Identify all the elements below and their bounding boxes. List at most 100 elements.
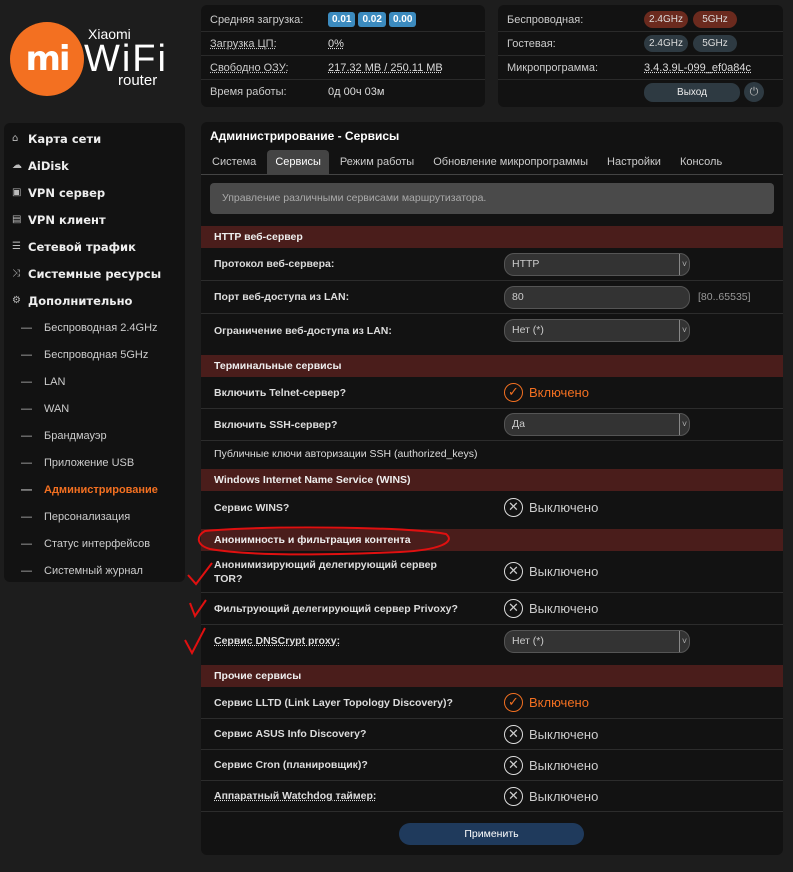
dash-icon: — [21,564,32,577]
sidebar-sub-lan[interactable]: — LAN [4,368,185,395]
telnet-toggle[interactable]: ✓ Включено [504,383,589,402]
tab-firmware[interactable]: Обновление микропрограммы [425,150,596,174]
section-wins: Windows Internet Name Service (WINS) [201,469,783,491]
sidebar-sub-syslog[interactable]: — Системный журнал [4,557,185,584]
ram-value[interactable]: 217.32 MB / 250.11 MB [328,62,443,74]
sidebar-item-resources[interactable]: ⤨ Системные ресурсы [4,260,185,287]
privoxy-toggle[interactable]: ✕ Выключено [504,599,598,618]
field-label[interactable]: Аппаратный Watchdog таймер: [214,790,376,802]
logo: mi Xiaomi WiFi router [10,22,200,97]
shuffle-icon: ⤨ [12,268,20,279]
firmware-row: Микропрограмма: 3.4.3.9L-099_ef0a84c [498,56,783,80]
wireless-5-button[interactable]: 5GHz [693,11,737,28]
tor-toggle[interactable]: ✕ Выключено [504,562,598,581]
sidebar-label: VPN сервер [28,185,106,200]
sidebar-sub-firewall[interactable]: — Брандмауэр [4,422,185,449]
sidebar-sub-wireless5[interactable]: — Беспроводная 5GHz [4,341,185,368]
field-label[interactable]: Сервис DNSCrypt proxy: [214,635,340,647]
watchdog-toggle[interactable]: ✕ Выключено [504,786,598,806]
row-ssh-keys[interactable]: Публичные ключи авторизации SSH (authori… [201,441,783,466]
toggle-label: Включено [529,385,589,400]
toggle-label: Выключено [529,757,599,773]
sidebar-sub-usb[interactable]: — Приложение USB [4,449,185,476]
x-icon: ✕ [504,599,523,618]
section-terminal: Терминальные сервисы [201,355,783,377]
vpn-client-icon: ▤ [12,214,22,225]
wireless-label: Беспроводная: [507,13,584,26]
cpu-value[interactable]: 0% [328,38,344,50]
traffic-icon: ☰ [12,241,21,252]
dash-icon: — [21,429,32,442]
vpn-server-icon: ▣ [12,187,22,198]
x-icon: ✕ [504,755,523,775]
gear-icon: ⚙ [12,295,21,306]
guest-label: Гостевая: [507,37,556,50]
cpu-row: Загрузка ЦП: 0% [201,32,485,56]
ssh-select[interactable]: Да [504,413,690,436]
sidebar-item-vpn-server[interactable]: ▣ VPN сервер [4,179,185,206]
ram-label[interactable]: Свободно ОЗУ: [210,62,328,74]
ssh-keys-link[interactable]: Публичные ключи авторизации SSH (authori… [214,447,477,461]
row-web-port: Порт веб-доступа из LAN: 80 [80..65535] [201,281,783,314]
sidebar-sub-wireless24[interactable]: — Беспроводная 2.4GHz [4,314,185,341]
x-icon: ✕ [504,724,523,744]
tab-bar: Система Сервисы Режим работы Обновление … [201,150,783,175]
port-hint: [80..65535] [698,291,751,303]
uptime-row: Время работы: 0д 00ч 03м [201,80,485,104]
sidebar-sub-wan[interactable]: — WAN [4,395,185,422]
check-icon: ✓ [504,383,523,402]
logout-button[interactable]: Выход [644,82,740,102]
x-icon: ✕ [504,562,523,581]
dnscrypt-select[interactable]: Нет (*) [504,629,690,653]
wireless-24-button[interactable]: 2.4GHz [644,11,688,28]
field-label: Сервис Cron (планировщик)? [214,759,368,771]
sidebar: ⌂ Карта сети ☁ AiDisk ▣ VPN сервер ▤ VPN кли… [4,123,185,582]
sidebar-item-network-map[interactable]: ⌂ Карта сети [4,125,185,152]
row-web-protocol: Протокол веб-сервера: HTTP [201,248,783,281]
web-restrict-select[interactable]: Нет (*) [504,319,690,342]
web-port-input[interactable]: 80 [504,285,690,309]
dash-icon: — [21,537,32,550]
dash-icon: — [21,402,32,415]
guest-24-button[interactable]: 2.4GHz [644,35,688,52]
asus-toggle[interactable]: ✕ Выключено [504,724,598,744]
sub-label: Статус интерфейсов [44,537,151,550]
cron-toggle[interactable]: ✕ Выключено [504,755,599,775]
sidebar-sub-personalization[interactable]: — Персонализация [4,503,185,530]
guest-5-button[interactable]: 5GHz [693,35,737,52]
row-watchdog: Аппаратный Watchdog таймер: ✕ Выключено [201,781,783,812]
logout-row: Выход ⏻ [498,80,783,104]
sidebar-sub-admin[interactable]: — Администрирование [4,476,185,503]
section-other: Прочие сервисы [201,665,783,687]
power-icon[interactable]: ⏻ [744,82,764,102]
services-form: HTTP веб-сервер Протокол веб-сервера: HTT… [201,218,783,812]
uptime-value: 0д 00ч 03м [328,86,385,98]
info-box: Управление различными сервисами маршрути… [210,183,774,214]
web-protocol-select[interactable]: HTTP [504,252,690,276]
home-icon: ⌂ [12,133,19,144]
apply-button[interactable]: Применить [399,823,584,845]
cpu-label[interactable]: Загрузка ЦП: [210,38,328,50]
sub-label: Персонализация [44,510,131,523]
sidebar-label: AiDisk [28,158,69,173]
tab-console[interactable]: Консоль [672,150,730,174]
tab-settings[interactable]: Настройки [599,150,669,174]
firmware-version[interactable]: 3.4.3.9L-099_ef0a84c [644,62,751,74]
sidebar-item-aidisk[interactable]: ☁ AiDisk [4,152,185,179]
sidebar-sub-iface-status[interactable]: — Статус интерфейсов [4,530,185,557]
tab-system[interactable]: Система [204,150,264,174]
wins-toggle[interactable]: ✕ Выключено [504,498,598,517]
sidebar-label: Карта сети [28,131,102,146]
row-lltd: Сервис LLTD (Link Layer Topology Discove… [201,687,783,719]
sidebar-label: VPN клиент [28,212,106,227]
sidebar-item-traffic[interactable]: ☰ Сетевой трафик [4,233,185,260]
sidebar-item-vpn-client[interactable]: ▤ VPN клиент [4,206,185,233]
load-15m: 0.00 [388,12,417,27]
tab-mode[interactable]: Режим работы [332,150,422,174]
lltd-toggle[interactable]: ✓ Включено [504,693,589,712]
load-label: Средняя загрузка: [210,13,304,26]
row-telnet: Включить Telnet-сервер? ✓ Включено [201,377,783,409]
sidebar-item-advanced[interactable]: ⚙ Дополнительно [4,287,185,314]
tab-services[interactable]: Сервисы [267,150,329,174]
row-cron: Сервис Cron (планировщик)? ✕ Выключено [201,750,783,781]
